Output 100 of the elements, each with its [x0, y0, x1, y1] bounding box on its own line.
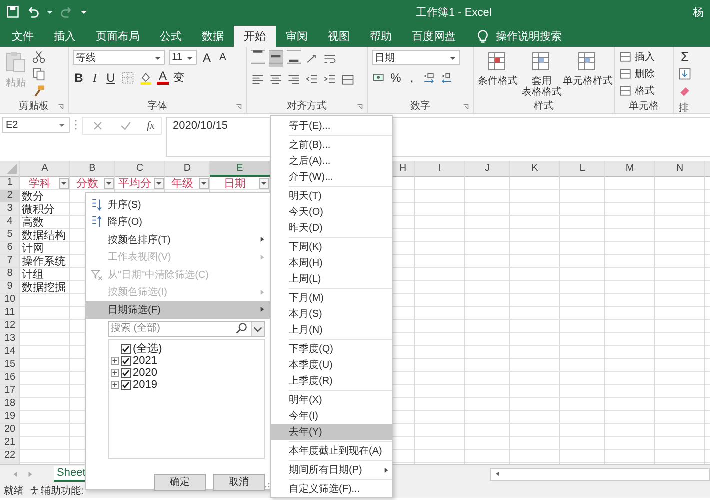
- column-header[interactable]: B: [70, 161, 115, 176]
- filter-dropdown-button[interactable]: [104, 178, 114, 188]
- comma-button[interactable]: ,: [406, 71, 418, 85]
- row-number[interactable]: 11: [0, 307, 20, 319]
- ok-button[interactable]: 确定: [154, 474, 206, 490]
- caret-icon[interactable]: [46, 8, 54, 16]
- font-name-box[interactable]: 等线: [73, 50, 165, 65]
- filter-dropdown-button[interactable]: [199, 178, 209, 188]
- cells-button[interactable]: 删除: [619, 67, 655, 81]
- cells-button[interactable]: 格式: [619, 84, 655, 98]
- row-number[interactable]: 12: [0, 320, 20, 332]
- filter-dropdown-button[interactable]: [154, 178, 164, 188]
- vertical-align-button[interactable]: [251, 50, 265, 67]
- menu-item[interactable]: 昨天(D): [271, 220, 392, 236]
- user-name[interactable]: 杨: [693, 4, 704, 20]
- align-center-icon[interactable]: [269, 73, 283, 87]
- checkbox[interactable]: [121, 356, 131, 366]
- menu-item[interactable]: 上周(L): [271, 271, 392, 287]
- row-number[interactable]: 15: [0, 359, 20, 371]
- align-left-icon[interactable]: [251, 73, 265, 87]
- menu-item[interactable]: 上季度(R): [271, 373, 392, 389]
- value-label[interactable]: 2019: [133, 378, 158, 390]
- name-box[interactable]: E2: [2, 117, 70, 133]
- menu-item[interactable]: 下周(K): [271, 239, 392, 255]
- fill-color-icon[interactable]: [139, 71, 153, 85]
- caret-icon[interactable]: [251, 322, 264, 336]
- menu-item[interactable]: 升序(S): [86, 196, 271, 214]
- column-header[interactable]: C: [115, 161, 165, 176]
- filter-dropdown-button[interactable]: [259, 178, 269, 188]
- menu-item[interactable]: 上月(N): [271, 322, 392, 338]
- bold-button[interactable]: B: [73, 71, 85, 85]
- customize-toolbar-icon[interactable]: [80, 8, 88, 16]
- row-number[interactable]: 6: [0, 242, 20, 254]
- underline-button[interactable]: U: [105, 71, 117, 85]
- expand-icon[interactable]: [111, 356, 119, 364]
- dialog-launcher-icon[interactable]: [236, 104, 242, 110]
- copy-icon[interactable]: [32, 67, 46, 81]
- cancel-button[interactable]: 取消: [213, 474, 265, 490]
- ribbon-tab[interactable]: 百度网盘: [402, 26, 466, 47]
- accessibility-status[interactable]: 辅助功能:: [41, 484, 84, 498]
- dialog-launcher-icon[interactable]: [58, 104, 64, 110]
- menu-item[interactable]: 本季度(U): [271, 357, 392, 373]
- column-header[interactable]: A: [20, 161, 70, 176]
- align-right-icon[interactable]: [287, 73, 301, 87]
- style-button[interactable]: 套用 表格格式: [522, 50, 562, 98]
- menu-item[interactable]: 下月(M): [271, 290, 392, 306]
- row-number[interactable]: 1: [0, 177, 20, 189]
- ribbon-tab[interactable]: 文件: [2, 26, 44, 47]
- ribbon-tab[interactable]: 插入: [44, 26, 86, 47]
- column-header[interactable]: D: [165, 161, 210, 176]
- menu-item[interactable]: 下季度(Q): [271, 341, 392, 357]
- menu-item[interactable]: 日期筛选(F): [86, 301, 271, 318]
- sort-filter-button[interactable]: 排: [678, 102, 690, 116]
- row-number[interactable]: 4: [0, 216, 20, 228]
- format-painter-icon[interactable]: [32, 84, 46, 98]
- menu-item[interactable]: 介于(W)...: [271, 169, 392, 185]
- row-number[interactable]: 14: [0, 346, 20, 358]
- menu-item[interactable]: 本周(H): [271, 255, 392, 271]
- menu-item[interactable]: 之前(B)...: [271, 137, 392, 153]
- borders-icon[interactable]: [121, 71, 135, 85]
- vertical-align-button[interactable]: [269, 50, 283, 67]
- resize-grip-icon[interactable]: [264, 482, 270, 488]
- autosum-button[interactable]: Σ: [678, 50, 692, 64]
- menu-item[interactable]: 降序(O): [86, 214, 271, 231]
- vertical-align-button[interactable]: [287, 50, 301, 67]
- menu-item[interactable]: 期间所有日期(P): [271, 462, 392, 478]
- menu-item[interactable]: 自定义筛选(F)...: [271, 481, 392, 497]
- row-number[interactable]: 5: [0, 229, 20, 241]
- row-number[interactable]: 17: [0, 385, 20, 397]
- ribbon-tab[interactable]: 页面布局: [86, 26, 150, 47]
- increase-decimal-icon[interactable]: [422, 71, 436, 85]
- expand-icon[interactable]: [111, 368, 119, 376]
- menu-item[interactable]: 今天(O): [271, 204, 392, 220]
- merge-cells-icon[interactable]: [341, 73, 355, 87]
- menu-item[interactable]: 本月(S): [271, 306, 392, 322]
- row-number[interactable]: 16: [0, 372, 20, 384]
- font-size-box[interactable]: 11: [169, 50, 197, 65]
- checkbox[interactable]: [121, 380, 131, 390]
- ribbon-tab[interactable]: 公式: [150, 26, 192, 47]
- fill-down-icon[interactable]: [678, 67, 692, 81]
- menu-item[interactable]: 今年(I): [271, 408, 392, 424]
- row-number[interactable]: 13: [0, 333, 20, 345]
- menu-item[interactable]: 等于(E)...: [271, 118, 392, 134]
- number-format-box[interactable]: 日期: [372, 50, 460, 65]
- value-label[interactable]: (全选): [133, 341, 162, 356]
- insert-function-button[interactable]: fx: [147, 120, 155, 132]
- column-header[interactable]: N: [655, 161, 705, 176]
- dialog-launcher-icon[interactable]: [463, 104, 469, 110]
- italic-button[interactable]: I: [89, 71, 101, 85]
- menu-item[interactable]: 去年(Y): [271, 424, 392, 440]
- row-number[interactable]: 10: [0, 294, 20, 306]
- row-number[interactable]: 2: [0, 190, 20, 202]
- scissors-icon[interactable]: [32, 50, 46, 64]
- checkbox[interactable]: [121, 368, 131, 378]
- checkbox[interactable]: [121, 344, 131, 354]
- column-header[interactable]: L: [560, 161, 605, 176]
- row-number[interactable]: 18: [0, 398, 20, 410]
- increase-font-size-button[interactable]: A: [201, 50, 213, 64]
- cells-button[interactable]: 插入: [619, 50, 655, 64]
- decrease-font-size-button[interactable]: A: [217, 50, 229, 64]
